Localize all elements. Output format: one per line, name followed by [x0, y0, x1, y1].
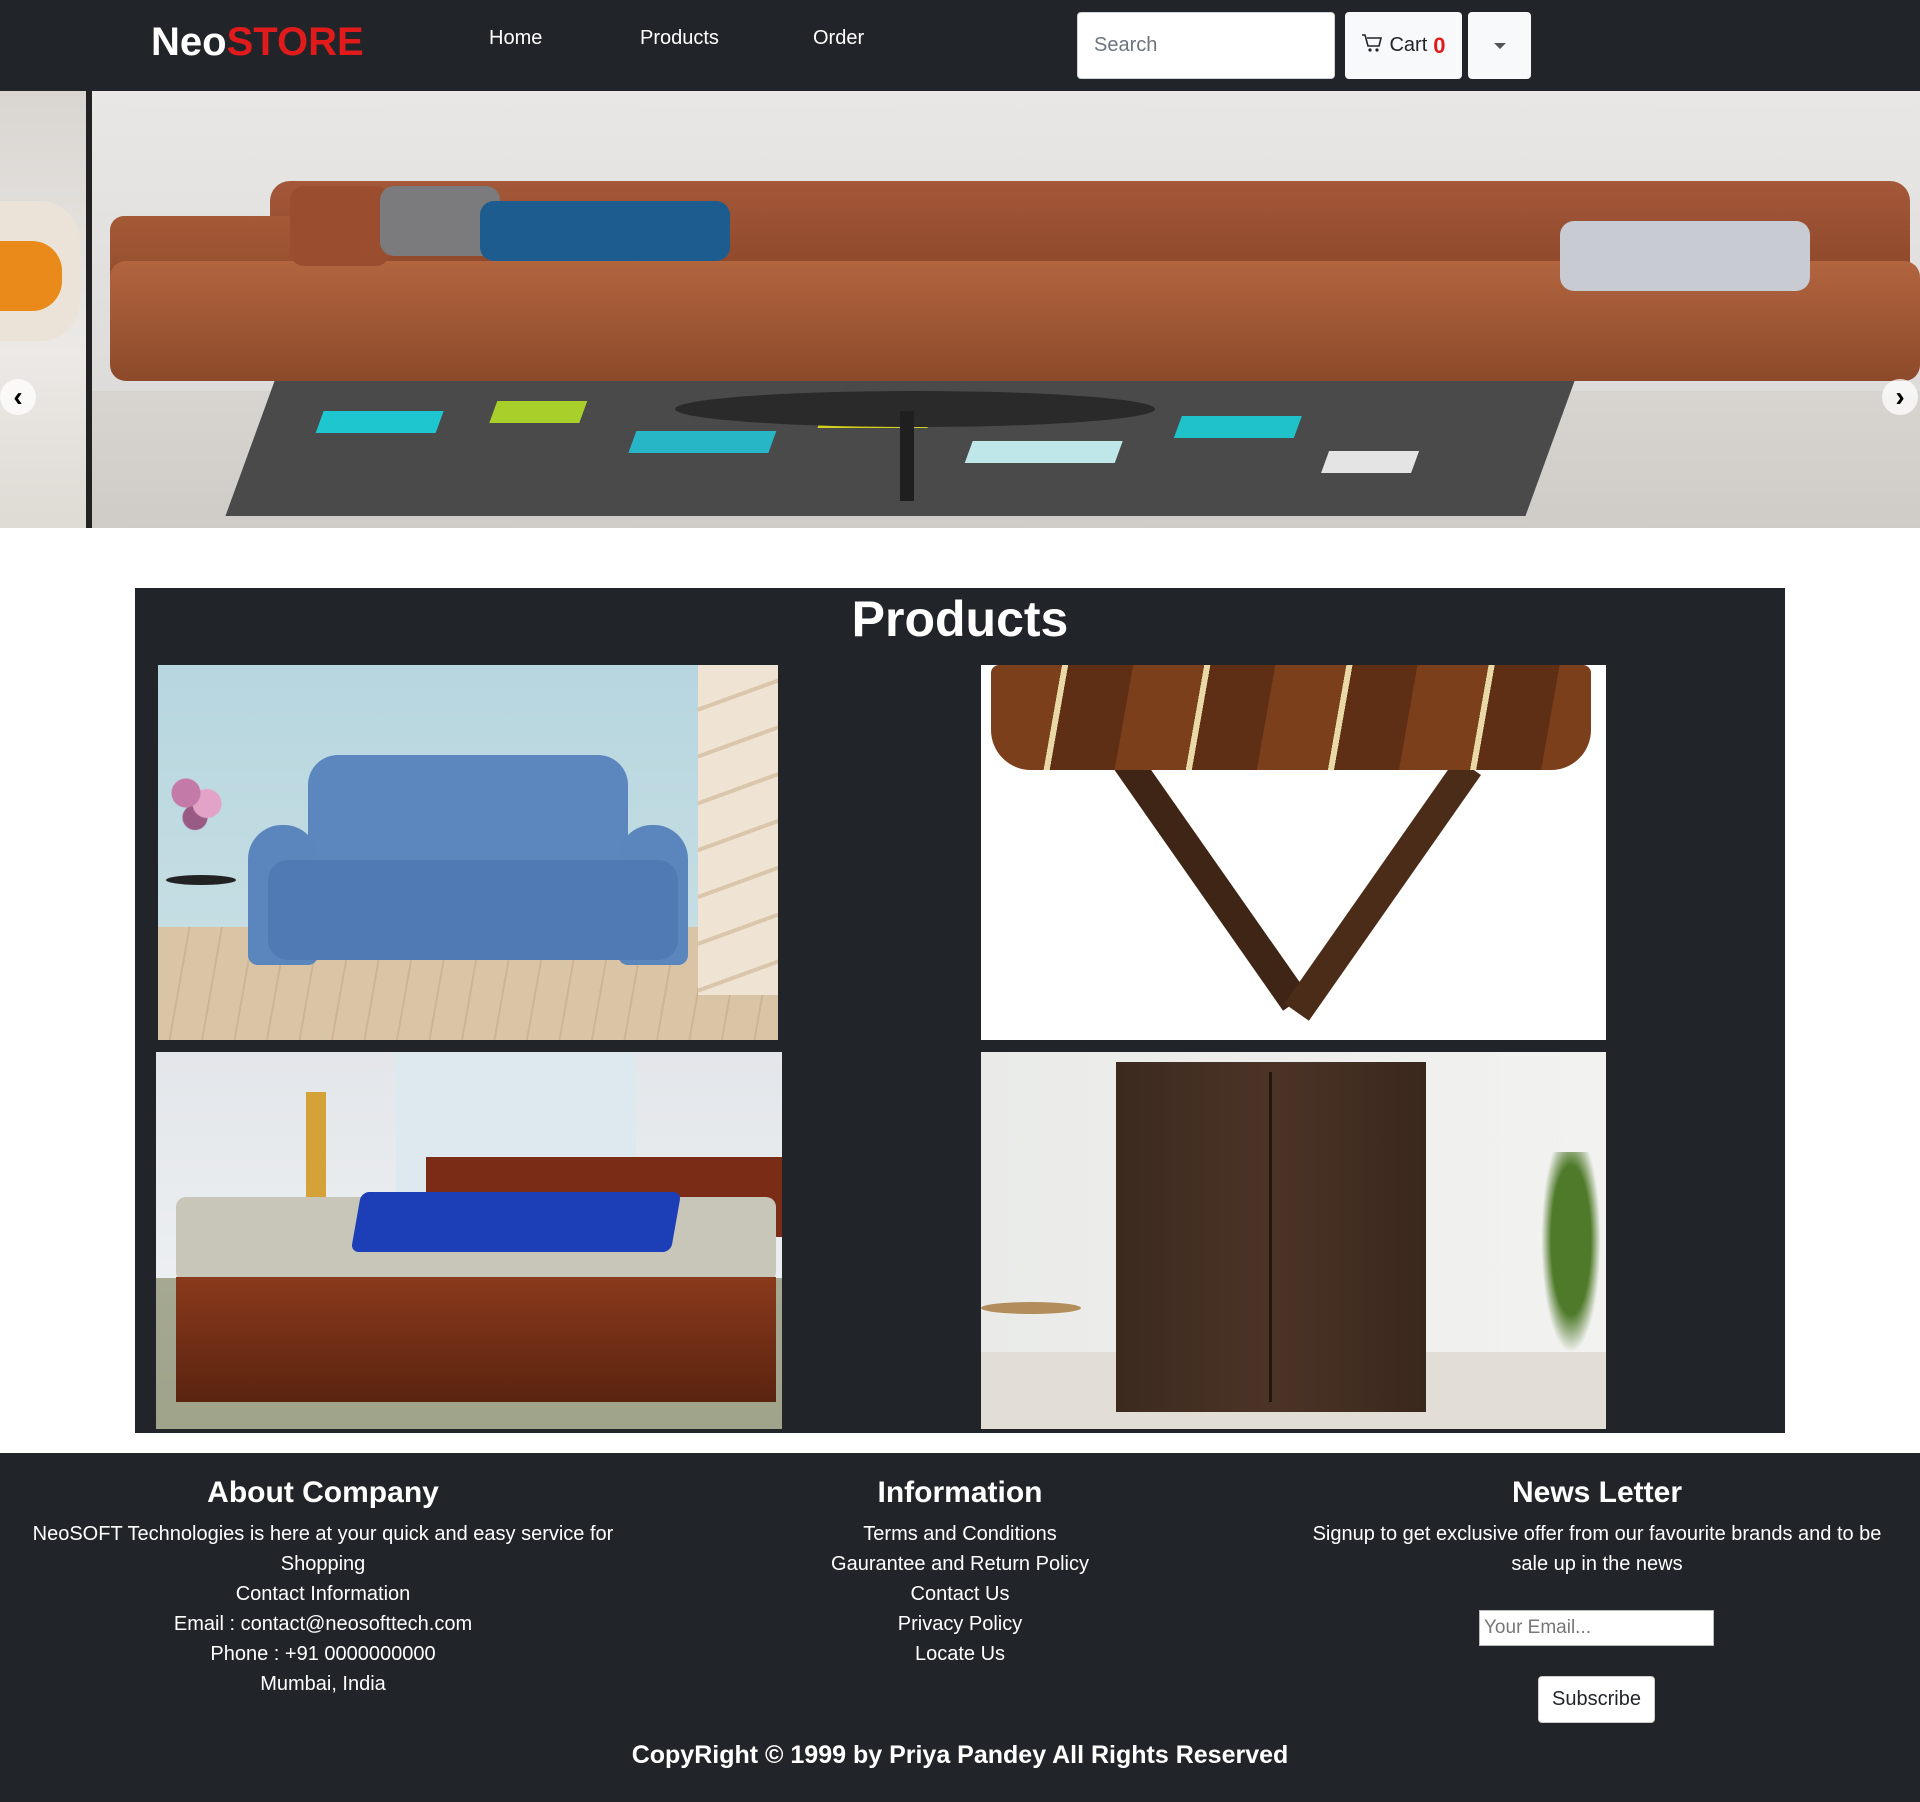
footer-email: Email : contact@neosofttech.com: [173, 1613, 473, 1635]
product-card-table[interactable]: [981, 665, 1606, 1040]
footer-link-guarantee[interactable]: Gaurantee and Return Policy: [660, 1549, 1260, 1579]
products-title: Products: [851, 591, 1069, 647]
stool-image-part: [981, 1302, 1081, 1314]
product-card-sofa[interactable]: [158, 665, 778, 1040]
plant-image-part: [1536, 1152, 1606, 1372]
footer-link-contact[interactable]: Contact Us: [660, 1579, 1260, 1609]
table-top-image-part: [991, 665, 1591, 770]
footer-location: Mumbai, India: [260, 1673, 386, 1695]
footer-link-locate[interactable]: Locate Us: [660, 1639, 1260, 1669]
user-dropdown-button[interactable]: [1468, 12, 1531, 79]
side-table-image-part: [166, 875, 236, 885]
newsletter-email-input[interactable]: [1479, 1610, 1714, 1646]
table-leg-image-part: [1284, 757, 1481, 1021]
footer: About Company NeoSOFT Technologies is he…: [0, 1453, 1920, 1802]
footer-newsletter-title: News Letter: [1511, 1476, 1683, 1509]
footer-newsletter-text: Signup to get exclusive offer from our f…: [1312, 1523, 1882, 1545]
blanket-image-part: [350, 1192, 682, 1252]
bed-frame-image-part: [176, 1277, 776, 1402]
footer-information-title: Information: [877, 1476, 1043, 1509]
flowers-image-part: [168, 765, 228, 835]
hero-pillow: [1560, 221, 1810, 291]
footer-about-title: About Company: [207, 1476, 439, 1509]
products-section: Products: [135, 588, 1785, 1433]
product-card-bed[interactable]: [156, 1052, 782, 1429]
footer-about-line: Contact Information: [235, 1583, 411, 1605]
search-input[interactable]: [1077, 12, 1335, 79]
footer-newsletter-column: News Letter Signup to get exclusive offe…: [1290, 1473, 1904, 1579]
carousel-prev-slide-preview: [0, 91, 88, 528]
cart-icon: [1361, 33, 1383, 59]
hero-carousel: ‹ ›: [0, 91, 1920, 528]
nav-link-home[interactable]: Home: [489, 24, 542, 52]
footer-phone: Phone : +91 0000000000: [210, 1643, 436, 1665]
footer-newsletter-text: sale up in the news: [1511, 1553, 1683, 1575]
carousel-next-arrow[interactable]: ›: [1882, 379, 1918, 415]
footer-about-line: Shopping: [280, 1553, 366, 1575]
hero-pillow: [480, 201, 730, 261]
shelf-image-part: [698, 665, 778, 995]
footer-link-terms[interactable]: Terms and Conditions: [660, 1519, 1260, 1549]
wardrobe-door-split: [1269, 1072, 1272, 1402]
brand-text-neo: Neo: [151, 20, 227, 64]
cart-button[interactable]: Cart 0: [1345, 12, 1462, 79]
hero-pillow: [290, 186, 390, 266]
footer-about-line: NeoSOFT Technologies is here at your qui…: [32, 1523, 614, 1545]
cart-count-badge: 0: [1433, 32, 1446, 58]
brand-text-store: STORE: [226, 20, 364, 64]
caret-down-icon: [1493, 42, 1506, 49]
footer-link-privacy[interactable]: Privacy Policy: [660, 1609, 1260, 1639]
carousel-prev-arrow[interactable]: ‹: [0, 379, 36, 415]
cushion-image-part: [0, 241, 62, 311]
hero-coffee-table: [675, 391, 1155, 427]
copyright-text: CopyRight © 1999 by Priya Pandey All Rig…: [631, 1741, 1289, 1769]
product-card-wardrobe[interactable]: [981, 1052, 1606, 1429]
sofa-seat-image-part: [268, 860, 678, 960]
navbar: NeoSTORE Home Products Order Cart 0: [0, 0, 1920, 91]
footer-about-column: About Company NeoSOFT Technologies is he…: [20, 1473, 626, 1699]
cart-label: Cart: [1389, 34, 1428, 56]
nav-link-products[interactable]: Products: [640, 24, 719, 52]
brand-logo[interactable]: NeoSTORE: [151, 18, 364, 66]
nav-link-order[interactable]: Order: [813, 24, 864, 52]
footer-information-column: Information Terms and Conditions Gaurant…: [660, 1473, 1260, 1669]
table-leg-image-part: [1111, 747, 1308, 1011]
subscribe-button[interactable]: Subscribe: [1538, 1676, 1655, 1723]
hero-coffee-table-leg: [900, 411, 914, 501]
